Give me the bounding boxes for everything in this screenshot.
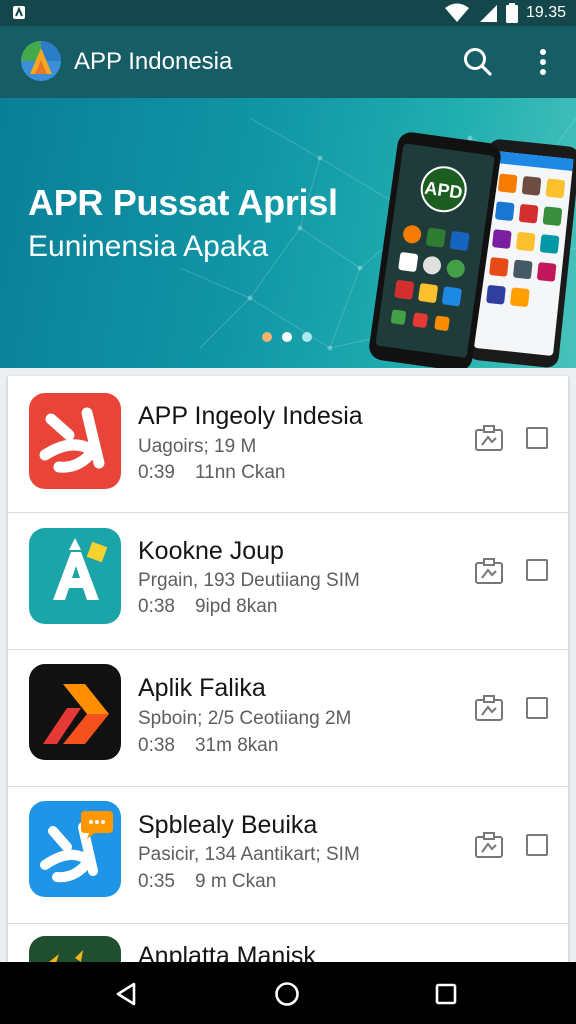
home-icon[interactable] [273,980,301,1008]
phone-mockup-illustration: APD [369,132,576,368]
chevron-logo-icon [29,664,121,760]
app-name: Kookne Joup [138,537,284,565]
list-item[interactable]: Kookne Joup Prgain, 193 Deutiiang SIM 0:… [8,513,568,650]
status-bar: 19.35 [0,0,576,26]
app-time: 0:35 [138,871,175,892]
app-title: APP Indonesia [74,48,233,75]
install-badge-icon[interactable] [474,557,504,585]
carousel-indicator[interactable] [262,332,312,342]
app-size: 9 m Ckan [194,871,277,892]
battery-icon [505,3,518,23]
install-badge-icon[interactable] [474,694,504,722]
app-list: APP Ingeoly Indesia Uagoirs; 19 M 0:39 11… [8,376,568,966]
system-nav-bar [0,962,576,1024]
app-name: Spblealy Beuika [138,811,318,839]
select-checkbox[interactable] [526,834,548,856]
app-size-line: 0:39 11nn Ckan [138,462,285,484]
app-meta: Prgain, 193 Deutiiang SIM [138,570,360,591]
install-badge-icon[interactable] [474,424,504,452]
app-size: 11nn Ckan [194,462,286,483]
select-checkbox[interactable] [526,697,548,719]
chat-scissors-logo-icon [29,801,121,897]
letter-a-logo-icon [29,528,121,624]
carousel-dot-2[interactable] [282,332,292,342]
app-time: 0:39 [138,462,175,483]
app-time: 0:38 [138,596,175,617]
status-time: 19.35 [525,4,566,21]
install-badge-icon[interactable] [474,831,504,859]
list-item[interactable]: Aplik Falika Spboin; 2/5 Ceotiiang 2M 0:… [8,650,568,787]
recent-apps-icon[interactable] [434,982,458,1006]
carousel-dot-1[interactable] [262,332,272,342]
cell-signal-icon [479,5,497,22]
app-name: APP Ingeoly Indesia [138,402,363,430]
select-checkbox[interactable] [526,559,548,581]
wifi-icon [444,3,469,22]
select-checkbox[interactable] [526,427,548,449]
app-size: 31m 8kan [194,735,279,756]
app-size-line: 0:35 9 m Ckan [138,871,276,893]
app-bar: APP Indonesia [0,26,576,98]
app-size-line: 0:38 9ipd 8kan [138,596,277,618]
more-vert-icon[interactable] [524,42,564,82]
banner-subtitle: Euninensia Apaka [28,230,269,263]
app-meta: Spboin; 2/5 Ceotiiang 2M [138,708,352,729]
list-item[interactable]: Anplatta Manisk [8,924,568,966]
list-item[interactable]: Spblealy Beuika Pasicir, 134 Aantikart; … [8,787,568,924]
app-size: 9ipd 8kan [194,596,278,617]
back-icon[interactable] [112,980,140,1008]
app-meta: Uagoirs; 19 M [138,436,257,457]
app-size-line: 0:38 31m 8kan [138,735,278,757]
notification-icon [13,6,25,19]
list-item[interactable]: APP Ingeoly Indesia Uagoirs; 19 M 0:39 11… [8,376,568,513]
search-icon[interactable] [458,42,498,82]
app-meta: Pasicir, 134 Aantikart; SIM [138,844,360,865]
promo-banner[interactable]: APR Pussat Aprisl Euninensia Apaka APD [0,98,576,368]
app-logo-icon [21,41,61,81]
app-name: Aplik Falika [138,674,266,702]
app-time: 0:38 [138,735,175,756]
carousel-dot-3[interactable] [302,332,312,342]
banner-title: APR Pussat Aprisl [28,182,338,223]
scissors-logo-icon [29,393,121,489]
